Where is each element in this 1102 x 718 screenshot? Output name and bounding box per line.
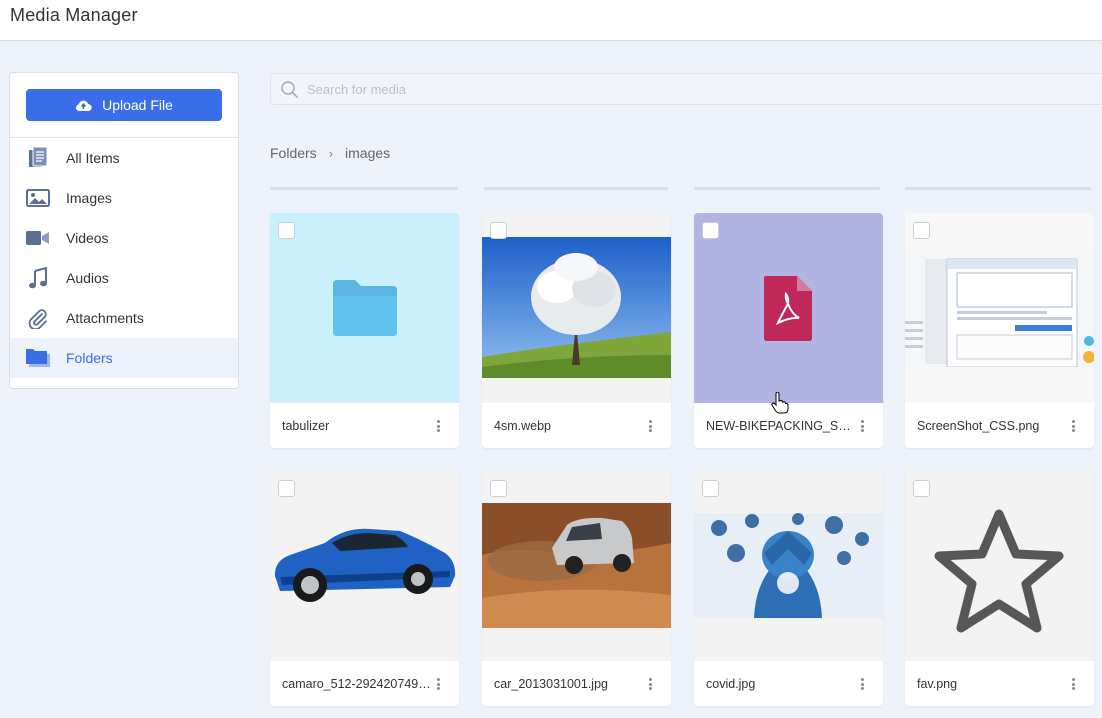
file-name: covid.jpg — [706, 676, 756, 691]
sidebar-item-label: Videos — [66, 230, 109, 246]
more-options-icon[interactable] — [861, 420, 865, 432]
card-footer: tabulizer — [270, 403, 459, 448]
file-name: NEW-BIKEPACKING_STRO... — [706, 418, 855, 433]
sidebar-item-label: All Items — [66, 150, 120, 166]
search-input[interactable] — [307, 74, 1087, 104]
blue-car-image — [274, 528, 456, 602]
covid-image — [694, 513, 883, 618]
scroll-shadow — [694, 187, 880, 190]
sidebar-item-label: Audios — [66, 270, 109, 286]
more-options-icon[interactable] — [437, 420, 441, 432]
media-card-image[interactable]: 4sm.webp — [482, 213, 671, 448]
screenshot-image — [905, 249, 1094, 367]
upload-file-button[interactable]: Upload File — [26, 89, 222, 121]
app-title: Media Manager — [10, 5, 138, 25]
scroll-shadow — [270, 187, 458, 190]
sidebar: Upload File All Items Images Videos Audi… — [9, 72, 239, 389]
more-options-icon[interactable] — [437, 678, 441, 690]
breadcrumb-separator: › — [328, 145, 334, 161]
more-options-icon[interactable] — [861, 678, 865, 690]
pdf-thumbnail — [694, 213, 883, 403]
media-card-image[interactable]: ScreenShot_CSS.png — [905, 213, 1094, 448]
sidebar-item-all-items[interactable]: All Items — [10, 138, 238, 178]
hand-cursor-icon — [771, 392, 789, 414]
file-name: 4sm.webp — [494, 418, 551, 433]
suv-image-thumbnail — [482, 471, 671, 661]
star-image-thumbnail — [905, 471, 1094, 661]
video-icon — [24, 225, 52, 251]
pdf-file-icon — [764, 276, 812, 341]
sidebar-item-images[interactable]: Images — [10, 178, 238, 218]
scroll-shadow — [905, 187, 1091, 190]
more-options-icon[interactable] — [1072, 678, 1076, 690]
scroll-shadow — [484, 187, 668, 190]
folder-icon — [24, 345, 52, 371]
file-name: car_2013031001.jpg — [494, 676, 608, 691]
breadcrumb-current: images — [345, 145, 391, 161]
card-footer: 4sm.webp — [482, 403, 671, 448]
select-checkbox[interactable] — [913, 222, 930, 239]
media-card-image[interactable]: car_2013031001.jpg — [482, 471, 671, 706]
file-name: ScreenShot_CSS.png — [917, 418, 1040, 433]
search-icon — [281, 81, 299, 99]
more-options-icon[interactable] — [649, 420, 653, 432]
sidebar-item-label: Folders — [66, 350, 113, 366]
screenshot-thumbnail — [905, 213, 1094, 403]
card-footer: covid.jpg — [694, 661, 883, 706]
select-checkbox[interactable] — [702, 480, 719, 497]
sidebar-nav: All Items Images Videos Audios Attachmen… — [10, 138, 238, 378]
media-card-image[interactable]: camaro_512-2924207497.p... — [270, 471, 459, 706]
breadcrumb-folders-link[interactable]: Folders — [270, 145, 317, 161]
sidebar-item-label: Attachments — [66, 310, 144, 326]
select-checkbox[interactable] — [702, 222, 719, 239]
sidebar-item-label: Images — [66, 190, 112, 206]
upload-file-label: Upload File — [102, 97, 173, 113]
file-name: camaro_512-2924207497.p... — [282, 676, 431, 691]
paperclip-icon — [24, 305, 52, 331]
select-checkbox[interactable] — [490, 222, 507, 239]
title-bar: Media Manager — [0, 0, 1102, 41]
tree-image-thumbnail — [482, 213, 671, 403]
desert-suv-image — [482, 503, 671, 628]
media-card-folder[interactable]: tabulizer — [270, 213, 459, 448]
card-footer: camaro_512-2924207497.p... — [270, 661, 459, 706]
car-image-thumbnail — [270, 471, 459, 661]
file-name: tabulizer — [282, 418, 330, 433]
card-footer: ScreenShot_CSS.png — [905, 403, 1094, 448]
sidebar-item-videos[interactable]: Videos — [10, 218, 238, 258]
image-icon — [24, 185, 52, 211]
card-footer: car_2013031001.jpg — [482, 661, 671, 706]
sidebar-item-folders[interactable]: Folders — [10, 338, 238, 378]
card-footer: fav.png — [905, 661, 1094, 706]
select-checkbox[interactable] — [278, 222, 295, 239]
star-icon — [934, 509, 1064, 633]
breadcrumb: Folders › images — [270, 145, 390, 161]
more-options-icon[interactable] — [649, 678, 653, 690]
sidebar-item-audios[interactable]: Audios — [10, 258, 238, 298]
folder-thumbnail — [270, 213, 459, 403]
tree-photo-image — [482, 237, 671, 378]
select-checkbox[interactable] — [913, 480, 930, 497]
file-name: fav.png — [917, 676, 958, 691]
folder-icon — [333, 280, 397, 336]
media-card-image[interactable]: fav.png — [905, 471, 1094, 706]
more-options-icon[interactable] — [1072, 420, 1076, 432]
select-checkbox[interactable] — [278, 480, 295, 497]
select-checkbox[interactable] — [490, 480, 507, 497]
files-icon — [24, 145, 52, 171]
cloud-upload-icon — [76, 100, 92, 111]
music-icon — [24, 265, 52, 291]
covid-image-thumbnail — [694, 471, 883, 661]
media-card-image[interactable]: covid.jpg — [694, 471, 883, 706]
search-bar — [270, 73, 1102, 105]
sidebar-item-attachments[interactable]: Attachments — [10, 298, 238, 338]
